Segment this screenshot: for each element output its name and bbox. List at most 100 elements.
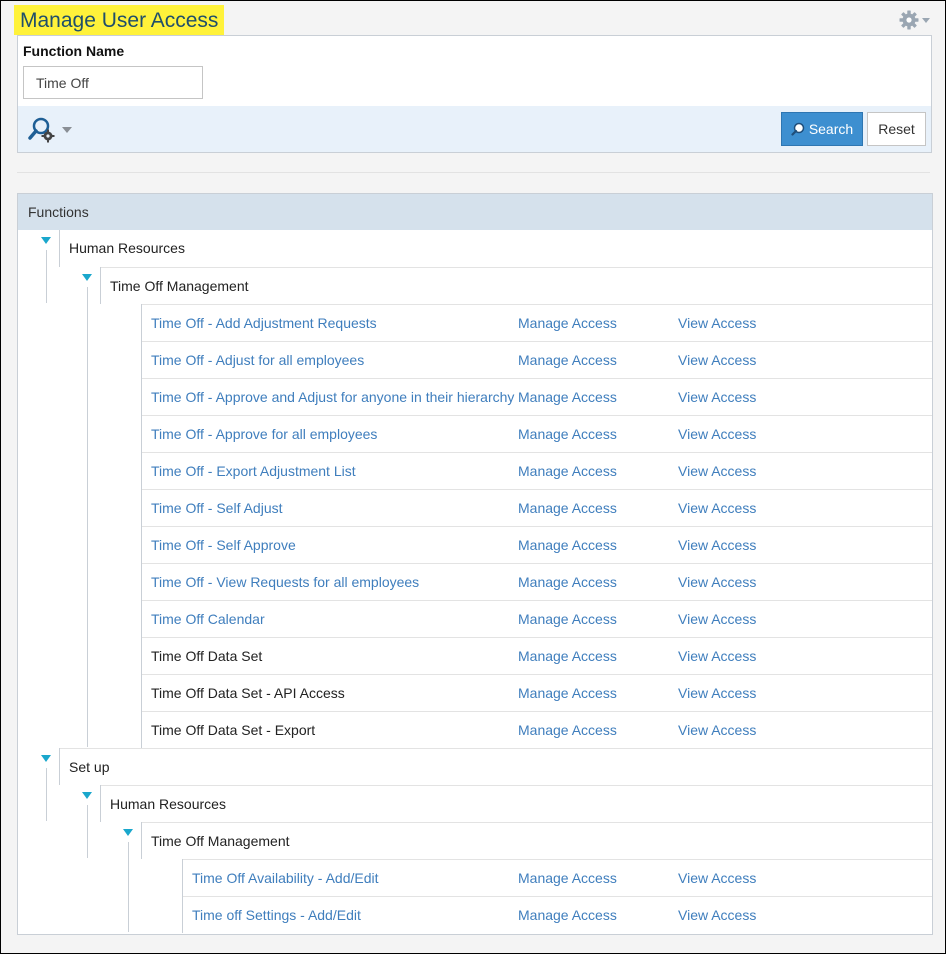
manage-access-link[interactable]: Manage Access — [518, 638, 617, 674]
function-name: Time Off Data Set - Export — [151, 722, 316, 738]
function-name[interactable]: Time Off - View Requests for all employe… — [151, 564, 419, 600]
view-access-link[interactable]: View Access — [678, 416, 756, 452]
collapse-toggle[interactable] — [39, 755, 53, 769]
caret-down-icon — [41, 755, 51, 762]
view-access-link[interactable]: View Access — [678, 453, 756, 489]
gear-icon — [899, 10, 919, 30]
manage-access-link[interactable]: Manage Access — [518, 342, 617, 378]
row-divider — [141, 674, 142, 711]
row-divider — [59, 748, 60, 785]
advanced-search-button[interactable] — [28, 116, 76, 144]
functions-header: Functions — [18, 194, 932, 230]
function-name[interactable]: Time Off - Add Adjustment Requests — [151, 305, 377, 341]
function-name[interactable]: Time Off - Adjust for all employees — [151, 342, 364, 378]
manage-access-link[interactable]: Manage Access — [518, 601, 617, 637]
collapse-toggle[interactable] — [121, 829, 135, 843]
caret-down-icon — [82, 792, 92, 799]
search-icon — [791, 122, 805, 136]
function-row: Time Off Data Set Manage Access View Acces… — [141, 637, 932, 674]
caret-down-icon — [41, 237, 51, 244]
function-row: Time Off Availability - Add/Edit Manage A… — [182, 859, 932, 896]
view-access-link[interactable]: View Access — [678, 601, 756, 637]
row-divider — [141, 304, 142, 341]
view-access-link[interactable]: View Access — [678, 564, 756, 600]
chevron-down-icon — [62, 127, 72, 133]
row-divider — [141, 563, 142, 600]
function-row: Time Off Data Set - Export Manage Access V… — [141, 711, 932, 748]
row-divider — [141, 415, 142, 452]
tree-group-row: Human Resources — [100, 785, 932, 822]
function-name[interactable]: Time Off - Approve and Adjust for anyone… — [151, 379, 514, 415]
row-divider — [59, 230, 60, 267]
search-panel: Function Name Time Off Search Reset — [17, 35, 932, 153]
function-row: Time Off - Approve for all employees Mana… — [141, 415, 932, 452]
manage-access-link[interactable]: Manage Access — [518, 416, 617, 452]
manage-access-link[interactable]: Manage Access — [518, 305, 617, 341]
row-divider — [100, 267, 101, 304]
search-button-label: Search — [808, 121, 854, 137]
function-row: Time Off - Export Adjustment List Manage … — [141, 452, 932, 489]
function-name[interactable]: Time Off - Self Adjust — [151, 490, 283, 526]
row-divider — [141, 600, 142, 637]
manage-access-link[interactable]: Manage Access — [518, 490, 617, 526]
collapse-toggle[interactable] — [39, 237, 53, 251]
tree-group-row: Set up — [59, 748, 932, 785]
search-action-bar: Search Reset — [18, 106, 931, 152]
row-divider — [182, 896, 183, 933]
view-access-link[interactable]: View Access — [678, 897, 756, 933]
function-name: Time Off Data Set — [151, 648, 263, 664]
page-title: Manage User Access — [14, 5, 225, 35]
collapse-toggle[interactable] — [80, 792, 94, 806]
view-access-link[interactable]: View Access — [678, 305, 756, 341]
tree-group-label: Human Resources — [69, 240, 185, 256]
view-access-link[interactable]: View Access — [678, 342, 756, 378]
tree-group-label: Time Off Management — [110, 278, 249, 294]
tree-group-label: Human Resources — [110, 796, 226, 812]
manage-access-link[interactable]: Manage Access — [518, 860, 617, 896]
manage-access-link[interactable]: Manage Access — [518, 527, 617, 563]
tree-connector — [87, 287, 88, 747]
function-name[interactable]: Time Off Calendar — [151, 601, 265, 637]
function-name[interactable]: Time Off - Self Approve — [151, 527, 296, 563]
function-name[interactable]: Time Off Availability - Add/Edit — [192, 860, 379, 896]
manage-access-link[interactable]: Manage Access — [518, 897, 617, 933]
manage-access-link[interactable]: Manage Access — [518, 564, 617, 600]
row-divider — [182, 859, 183, 896]
manage-access-link[interactable]: Manage Access — [518, 453, 617, 489]
row-divider — [141, 637, 142, 674]
function-row: Time Off Calendar Manage Access View Acces… — [141, 600, 932, 637]
view-access-link[interactable]: View Access — [678, 712, 756, 748]
reset-button[interactable]: Reset — [867, 112, 926, 146]
function-row: Time Off - Adjust for all employees Manag… — [141, 341, 932, 378]
function-name[interactable]: Time Off - Approve for all employees — [151, 416, 377, 452]
view-access-link[interactable]: View Access — [678, 490, 756, 526]
row-divider — [141, 489, 142, 526]
tree-group-label: Time Off Management — [151, 833, 290, 849]
function-row: Time Off - Self Approve Manage Access View… — [141, 526, 932, 563]
function-name[interactable]: Time off Settings - Add/Edit — [192, 897, 361, 933]
manage-access-link[interactable]: Manage Access — [518, 712, 617, 748]
search-settings-icon — [28, 117, 55, 143]
function-row: Time Off - Add Adjustment Requests Manage… — [141, 304, 932, 341]
view-access-link[interactable]: View Access — [678, 638, 756, 674]
row-divider — [100, 785, 101, 822]
function-row: Time Off Data Set - API Access Manage Acc… — [141, 674, 932, 711]
manage-access-link[interactable]: Manage Access — [518, 379, 617, 415]
view-access-link[interactable]: View Access — [678, 379, 756, 415]
collapse-toggle[interactable] — [80, 274, 94, 288]
search-button[interactable]: Search — [781, 112, 863, 146]
settings-menu[interactable] — [899, 9, 933, 31]
function-row: Time off Settings - Add/Edit Manage Acces… — [182, 896, 932, 933]
function-row: Time Off - Approve and Adjust for anyone… — [141, 378, 932, 415]
tree-connector — [87, 805, 88, 858]
manage-access-link[interactable]: Manage Access — [518, 675, 617, 711]
row-divider — [141, 711, 142, 748]
function-name[interactable]: Time Off - Export Adjustment List — [151, 453, 356, 489]
view-access-link[interactable]: View Access — [678, 675, 756, 711]
chevron-down-icon — [922, 17, 930, 23]
function-name-input[interactable] — [23, 66, 203, 99]
view-access-link[interactable]: View Access — [678, 527, 756, 563]
tree-group-label: Set up — [69, 759, 110, 775]
view-access-link[interactable]: View Access — [678, 860, 756, 896]
function-name-label: Function Name — [23, 43, 125, 59]
